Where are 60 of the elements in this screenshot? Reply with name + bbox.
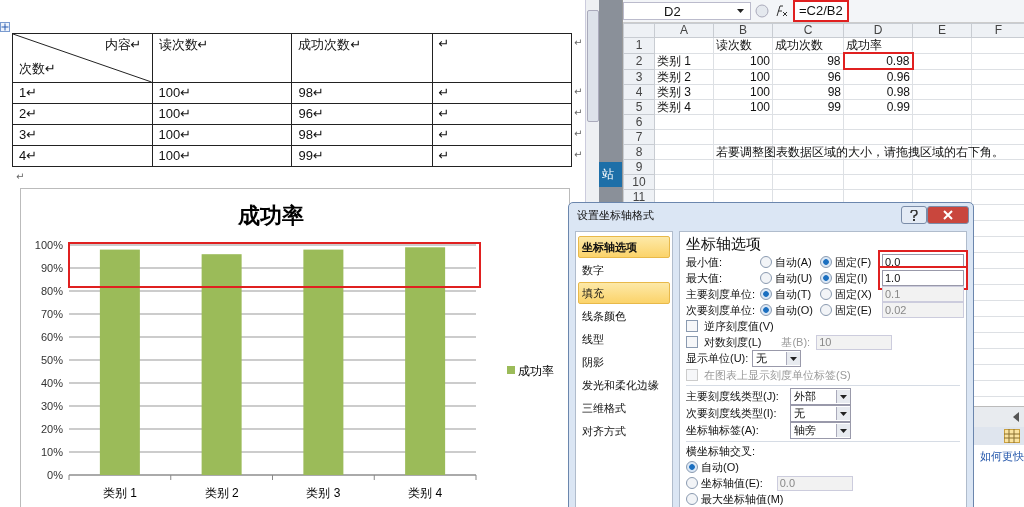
checkbox-label: 在图表上显示刻度单位标签(S) (704, 367, 851, 383)
x-axis-label: 类别 4 (408, 486, 443, 500)
y-tick-label: 10% (40, 446, 64, 458)
x-axis-label: 类别 2 (204, 486, 239, 500)
header-text: 成功次数↵ (298, 37, 362, 52)
row-end-mark: ↵ (574, 148, 583, 160)
y-tick-label: 100% (34, 239, 64, 251)
field-label: 基(B): (781, 334, 811, 350)
header-text: 读次数↵ (158, 37, 209, 52)
cell-text: 100↵ (158, 148, 192, 163)
cell-text: 98↵ (298, 85, 324, 100)
cell-text: ↵ (438, 148, 450, 163)
header-text: 次数↵ (19, 60, 56, 78)
cell-text: 98↵ (298, 127, 324, 142)
row-end-mark: ↵ (574, 85, 583, 97)
y-tick-label: 80% (40, 285, 64, 297)
dialog-title: 设置坐标轴格式 (577, 207, 654, 223)
checkbox-label: 对数刻度(L) (704, 334, 762, 350)
x-axis-label: 类别 3 (306, 486, 341, 500)
y-tick-label: 30% (40, 400, 64, 412)
field-label: 最小值: (686, 254, 724, 270)
cell-text: 2↵ (19, 106, 38, 121)
y-tick-label: 0% (47, 469, 64, 481)
cell-text: ↵ (438, 85, 450, 100)
field-label: 最大值: (686, 270, 724, 286)
y-tick-label: 60% (40, 331, 64, 343)
y-tick-label: 70% (40, 308, 64, 320)
row-end-mark: ↵ (574, 106, 583, 118)
chart-title: 成功率 (238, 203, 304, 228)
cell-text: 100↵ (158, 127, 192, 142)
cell-text: 100↵ (158, 106, 192, 121)
note-text: 若要调整图表数据区域的大小，请拖拽区域的右下角。 (716, 145, 1004, 159)
y-tick-label: 50% (40, 354, 64, 366)
header-text: 内容↵ (104, 36, 142, 54)
cell-text: ↵ (438, 106, 450, 121)
y-tick-label: 90% (40, 262, 64, 274)
cell-text: ↵ (438, 127, 450, 142)
field-label: 主要刻度单位: (686, 286, 757, 302)
y-tick-label: 20% (40, 423, 64, 435)
row-end-mark: ↵ (574, 127, 583, 139)
field-label: 坐标轴标签(A): (686, 423, 760, 438)
legend-label: 成功率 (518, 364, 554, 378)
row-end-mark: ↵ (574, 36, 583, 48)
cell-text: 96↵ (298, 106, 324, 121)
checkbox-label: 逆序刻度值(V) (704, 318, 774, 334)
field-label: 次要刻度线类型(I): (686, 406, 778, 421)
cell-text: 1↵ (19, 85, 38, 100)
cell-text: 4↵ (19, 148, 38, 163)
cell-text: 99↵ (298, 148, 324, 163)
cell-text: 100↵ (158, 85, 192, 100)
header-text: ↵ (438, 36, 450, 51)
field-label: 次要刻度单位: (686, 302, 757, 318)
field-label: 主要刻度线类型(J): (686, 389, 780, 404)
group-label: 横坐标轴交叉: (686, 444, 757, 459)
paragraph-mark: ↵ (16, 171, 26, 182)
section-heading: 坐标轴选项 (686, 234, 762, 254)
x-axis-label: 类别 1 (102, 486, 137, 500)
cell-text: 3↵ (19, 127, 38, 142)
y-tick-label: 40% (40, 377, 64, 389)
field-label: 显示单位(U): (686, 351, 749, 366)
